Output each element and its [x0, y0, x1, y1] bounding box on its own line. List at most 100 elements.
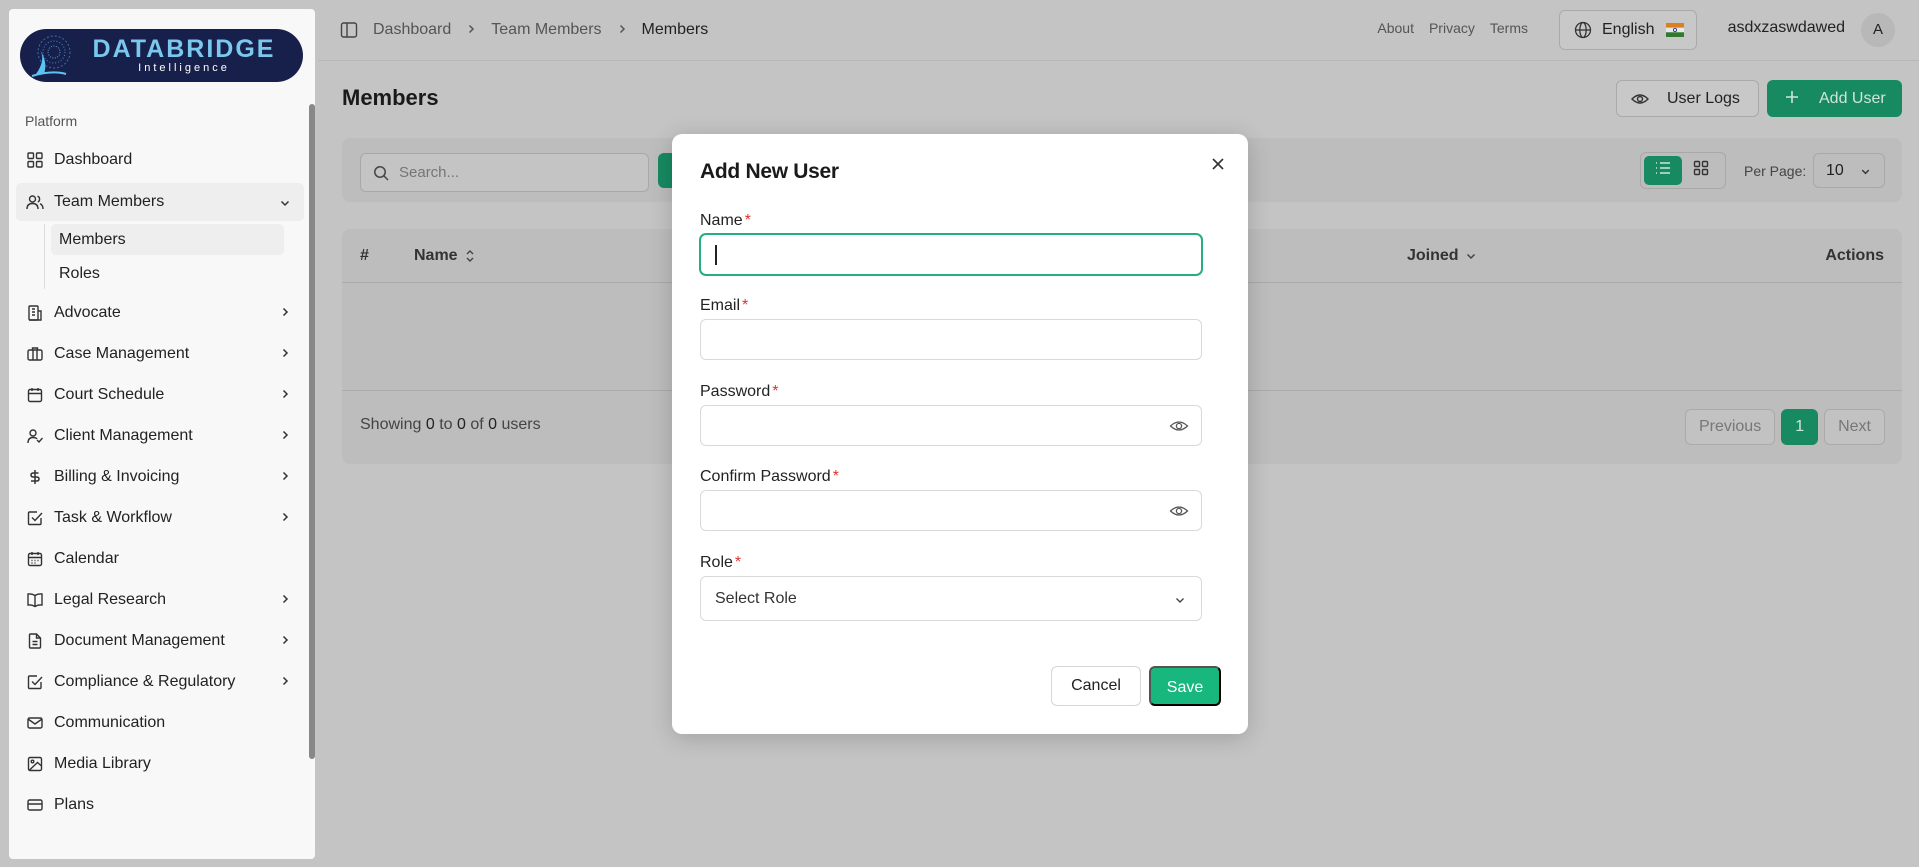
- footer-links: About Privacy Terms: [1377, 20, 1528, 36]
- show-password-eye-icon[interactable]: [1169, 417, 1189, 435]
- sidebar-item-compliance-regulatory[interactable]: Compliance & Regulatory: [16, 661, 304, 702]
- show-password-eye-icon[interactable]: [1169, 502, 1189, 520]
- sidebar-item-label: Team Members: [54, 193, 165, 210]
- breadcrumb-team-members[interactable]: Team Members: [491, 21, 601, 39]
- email-label: Email *: [700, 297, 748, 315]
- sidebar-item-plans[interactable]: Plans: [16, 784, 304, 825]
- previous-page-button[interactable]: Previous: [1684, 409, 1776, 445]
- chevron-right-icon: [278, 592, 292, 606]
- add-user-button[interactable]: Add User: [1767, 80, 1902, 117]
- sidebar-subitem-members[interactable]: Members: [51, 224, 284, 255]
- name-label: Name *: [700, 212, 751, 230]
- required-marker: *: [734, 554, 742, 571]
- avatar[interactable]: A: [1861, 13, 1895, 47]
- grid-icon: [1693, 160, 1709, 181]
- sidebar-item-client-management[interactable]: Client Management: [16, 415, 304, 456]
- password-input[interactable]: [701, 406, 1201, 445]
- add-user-label: Add User: [1819, 89, 1886, 107]
- users-icon: [26, 193, 44, 211]
- dashboard-grid-icon: [26, 151, 44, 169]
- role-label-text: Role: [700, 554, 733, 571]
- role-select[interactable]: Select Role: [700, 576, 1202, 621]
- sidebar-item-billing-invoicing[interactable]: Billing & Invoicing: [16, 456, 304, 497]
- view-toggle: [1640, 152, 1726, 189]
- sidebar-item-media-library[interactable]: Media Library: [16, 743, 304, 784]
- terms-link[interactable]: Terms: [1490, 20, 1528, 36]
- team-members-submenu: Members Roles: [44, 224, 304, 289]
- summary-to: 0: [456, 416, 466, 433]
- sidebar-toggle-icon[interactable]: [340, 21, 358, 39]
- sidebar-scrollbar[interactable]: [309, 104, 315, 759]
- brand-name: DATABRIDGE: [92, 35, 276, 63]
- chevron-right-icon: [278, 510, 292, 524]
- sidebar-item-legal-research[interactable]: Legal Research: [16, 579, 304, 620]
- sidebar: DATABRIDGE Intelligence Platform Dashboa…: [9, 9, 315, 859]
- password-label-text: Password: [700, 383, 771, 400]
- confirm-password-input[interactable]: [701, 491, 1201, 530]
- about-link[interactable]: About: [1377, 20, 1414, 36]
- email-label-text: Email: [700, 297, 741, 314]
- brand-logo[interactable]: DATABRIDGE Intelligence: [20, 29, 303, 82]
- chevron-right-icon: [616, 22, 628, 38]
- sidebar-item-case-management[interactable]: Case Management: [16, 333, 304, 374]
- sidebar-item-task-workflow[interactable]: Task & Workflow: [16, 497, 304, 538]
- column-name[interactable]: Name: [414, 247, 476, 265]
- cancel-button[interactable]: Cancel: [1051, 666, 1141, 706]
- sidebar-item-advocate[interactable]: Advocate: [16, 292, 304, 333]
- sidebar-item-label: Billing & Invoicing: [54, 467, 180, 485]
- sidebar-item-label: Communication: [54, 713, 166, 731]
- chevron-down-icon: [1465, 249, 1477, 263]
- next-page-button[interactable]: Next: [1824, 409, 1885, 445]
- sidebar-item-communication[interactable]: Communication: [16, 702, 304, 743]
- language-label: English: [1602, 21, 1655, 38]
- language-selector[interactable]: English: [1559, 10, 1697, 50]
- user-logs-label: User Logs: [1667, 89, 1740, 107]
- breadcrumb-dashboard[interactable]: Dashboard: [373, 21, 451, 39]
- list-view-button[interactable]: [1644, 156, 1682, 185]
- grid-view-button[interactable]: [1682, 156, 1720, 185]
- page-1-button[interactable]: 1: [1781, 409, 1819, 445]
- password-label: Password *: [700, 383, 778, 401]
- column-name-label: Name: [414, 247, 458, 264]
- name-label-text: Name: [700, 212, 743, 229]
- user-check-icon: [26, 427, 44, 445]
- pagination-summary: Showing 0 to 0 of 0 users: [360, 416, 541, 434]
- sidebar-item-label: Court Schedule: [54, 385, 165, 403]
- required-marker: *: [772, 383, 779, 400]
- column-joined-label: Joined: [1407, 247, 1459, 264]
- sidebar-item-calendar[interactable]: Calendar: [16, 538, 304, 579]
- name-field[interactable]: [700, 234, 1202, 275]
- username[interactable]: asdxzaswdawed: [1728, 19, 1845, 37]
- chevron-right-icon: [278, 346, 292, 360]
- nav-section-label: Platform: [25, 113, 78, 129]
- sidebar-item-document-management[interactable]: Document Management: [16, 620, 304, 661]
- summary-from: 0: [425, 416, 435, 433]
- summary-suffix: users: [501, 416, 541, 433]
- sidebar-subitem-roles[interactable]: Roles: [51, 258, 284, 289]
- email-field[interactable]: [700, 319, 1202, 360]
- email-input[interactable]: [701, 320, 1201, 359]
- close-icon[interactable]: [1208, 154, 1228, 174]
- summary-total: 0: [488, 416, 498, 433]
- sidebar-item-label: Case Management: [54, 344, 190, 362]
- name-input[interactable]: [701, 235, 1201, 274]
- confirm-password-field[interactable]: [700, 490, 1202, 531]
- top-bar: Dashboard Team Members Members About Pri…: [318, 0, 1919, 61]
- image-icon: [26, 755, 44, 773]
- search-box[interactable]: [360, 153, 649, 192]
- document-icon: [26, 632, 44, 650]
- sidebar-item-label: Compliance & Regulatory: [54, 672, 236, 690]
- sidebar-item-dashboard[interactable]: Dashboard: [16, 139, 304, 180]
- password-field[interactable]: [700, 405, 1202, 446]
- sidebar-item-label: Document Management: [54, 631, 225, 649]
- summary-of-word: of: [470, 416, 484, 433]
- search-input[interactable]: [399, 164, 619, 181]
- sidebar-item-team-members[interactable]: Team Members: [16, 183, 304, 221]
- privacy-link[interactable]: Privacy: [1429, 20, 1475, 36]
- column-joined[interactable]: Joined: [1407, 247, 1477, 265]
- chevron-right-icon: [278, 305, 292, 319]
- per-page-select[interactable]: 10: [1813, 153, 1885, 188]
- user-logs-button[interactable]: User Logs: [1616, 80, 1759, 117]
- sidebar-item-court-schedule[interactable]: Court Schedule: [16, 374, 304, 415]
- save-button[interactable]: Save: [1149, 666, 1221, 706]
